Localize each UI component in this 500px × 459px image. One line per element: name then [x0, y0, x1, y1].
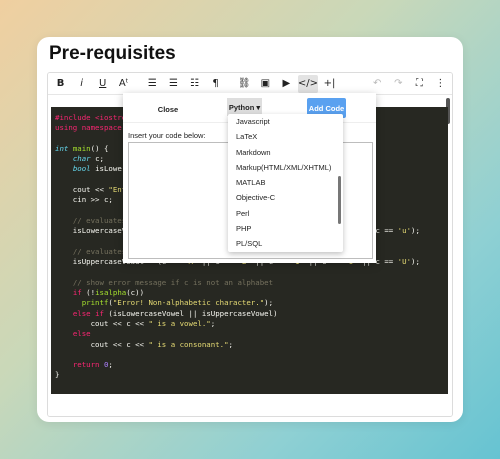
code-line: if (!isalpha(c)): [72, 288, 145, 298]
paragraph-icon[interactable]: ¶: [206, 75, 225, 93]
code-line: else if (isLowercaseVowel || isUppercase…: [72, 308, 278, 318]
italic-button[interactable]: i: [72, 75, 91, 93]
code-block-button[interactable]: </>: [298, 74, 318, 93]
page-title: Pre-requisites: [49, 43, 176, 64]
image-icon[interactable]: ▣: [256, 75, 275, 93]
more-icon[interactable]: ⋮: [431, 75, 450, 93]
redo-icon[interactable]: ↷: [389, 75, 408, 93]
insert-icon[interactable]: +|: [320, 75, 339, 93]
code-line: else: [72, 329, 91, 339]
code-line: }: [55, 370, 60, 380]
insert-code-label: Insert your code below:: [128, 131, 206, 140]
align-left-icon[interactable]: ☰: [143, 75, 162, 93]
language-option[interactable]: PL/SQL: [228, 236, 343, 251]
fullscreen-icon[interactable]: ⛶: [410, 75, 429, 93]
video-icon[interactable]: ▶: [277, 75, 296, 93]
code-line: // show error message if c is not an alp…: [72, 277, 274, 287]
undo-icon[interactable]: ↶: [368, 75, 387, 93]
code-line: return 0;: [72, 360, 113, 370]
language-option[interactable]: Objective-C: [228, 190, 343, 205]
language-option[interactable]: Markup(HTML/XML/XHTML): [228, 160, 343, 175]
editor-toolbar: B i U Aᵗ ☰ ☰ ☷ ¶ ⛓ ▣ ▶ </> +| ↶ ↷ ⛶ ⋮: [48, 73, 452, 95]
language-option[interactable]: Markdown: [228, 145, 343, 160]
font-size-button[interactable]: Aᵗ: [114, 75, 133, 93]
bold-button[interactable]: B: [51, 75, 70, 93]
link-icon[interactable]: ⛓: [235, 75, 254, 93]
code-line: cout << c << " is a vowel.";: [55, 318, 216, 328]
underline-button[interactable]: U: [93, 75, 112, 93]
language-option[interactable]: Javascript: [228, 114, 343, 129]
close-button[interactable]: Close: [153, 100, 183, 118]
list-icon[interactable]: ☷: [185, 75, 204, 93]
align-center-icon[interactable]: ☰: [164, 75, 183, 93]
language-option[interactable]: Perl: [228, 206, 343, 221]
code-line: cin >> c;: [72, 195, 113, 205]
code-line: int main() {: [55, 143, 109, 153]
code-line: printf("Error! Non-alphabetic character.…: [81, 298, 274, 308]
dropdown-scrollbar[interactable]: [338, 176, 341, 224]
language-option[interactable]: MATLAB: [228, 175, 343, 190]
code-line: char c;: [72, 154, 104, 164]
language-option[interactable]: LaTeX: [228, 129, 343, 144]
language-dropdown: Javascript LaTeX Markdown Markup(HTML/XM…: [228, 114, 343, 252]
code-line: cout << c << " is a consonant.";: [55, 339, 233, 349]
language-option[interactable]: PHP: [228, 221, 343, 236]
